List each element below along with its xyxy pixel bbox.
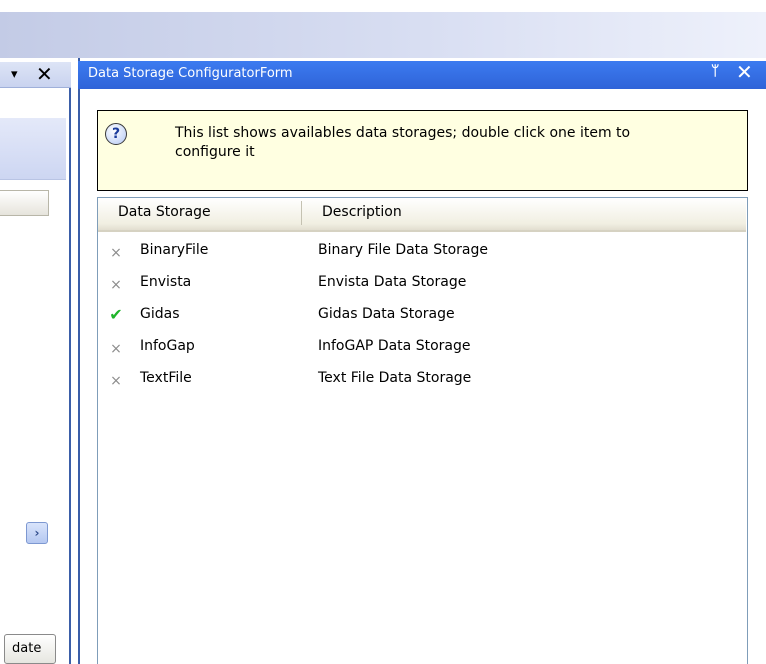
scroll-right-icon[interactable]: › — [26, 522, 48, 544]
disabled-cross-icon: × — [110, 341, 122, 357]
storage-description: Gidas Data Storage — [318, 306, 455, 322]
enabled-check-icon: ✔ — [109, 305, 123, 324]
storage-name: Gidas — [140, 306, 180, 322]
info-text: This list shows availables data storages… — [175, 125, 631, 160]
left-panel-button[interactable]: date — [4, 634, 56, 664]
pin-icon[interactable]: ᛘ — [711, 63, 719, 79]
left-panel-close-icon[interactable]: ✕ — [36, 62, 53, 86]
storage-name: InfoGap — [140, 338, 195, 354]
left-panel-column-header[interactable] — [0, 190, 49, 216]
list-item[interactable]: × TextFile Text File Data Storage — [104, 366, 724, 398]
storage-description: InfoGAP Data Storage — [318, 338, 471, 354]
ide-toolbar-strip — [0, 12, 766, 58]
left-panel-header — [0, 118, 66, 180]
list-item[interactable]: × BinaryFile Binary File Data Storage — [104, 238, 724, 270]
storage-name: BinaryFile — [140, 242, 209, 258]
list-item[interactable]: × Envista Envista Data Storage — [104, 270, 724, 302]
disabled-cross-icon: × — [110, 373, 122, 389]
list-item[interactable]: × InfoGap InfoGAP Data Storage — [104, 334, 724, 366]
form-title: Data Storage ConfiguratorForm — [88, 66, 293, 81]
disabled-cross-icon: × — [110, 277, 122, 293]
storage-name: TextFile — [140, 370, 192, 386]
column-separator[interactable] — [301, 201, 302, 225]
column-header-data-storage[interactable]: Data Storage — [118, 204, 211, 220]
disabled-cross-icon: × — [110, 245, 122, 261]
storage-name: Envista — [140, 274, 192, 290]
column-header-description[interactable]: Description — [322, 204, 402, 220]
storage-description: Binary File Data Storage — [318, 242, 488, 258]
help-icon: ? — [105, 123, 127, 145]
dropdown-arrow-icon[interactable]: ▾ — [11, 67, 18, 82]
close-icon[interactable]: ✕ — [736, 60, 753, 84]
storage-description: Text File Data Storage — [318, 370, 472, 386]
storage-description: Envista Data Storage — [318, 274, 467, 290]
list-item[interactable]: ✔ Gidas Gidas Data Storage — [104, 302, 724, 334]
